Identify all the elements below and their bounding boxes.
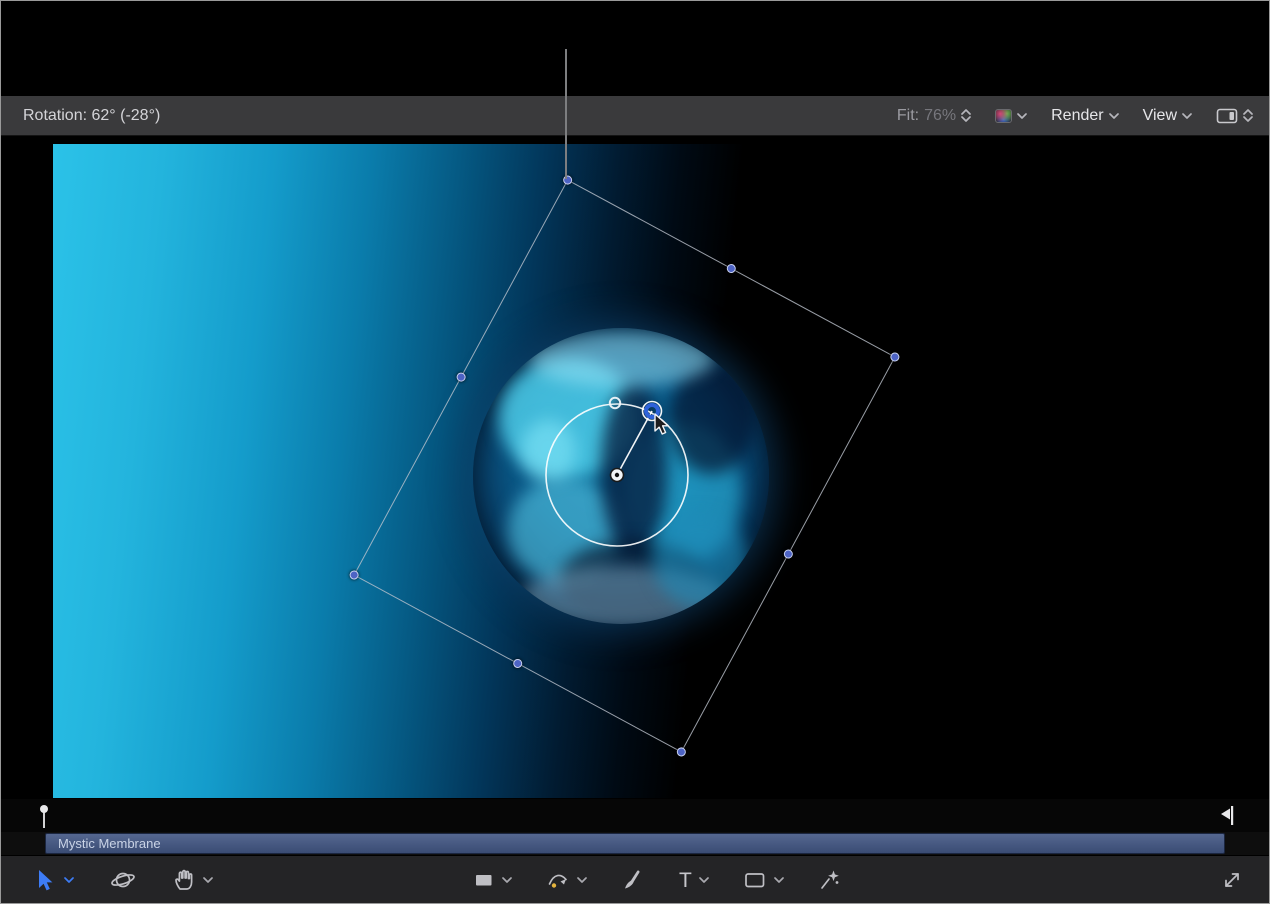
status-bar-controls: Fit: 76% Render View [897,107,1253,125]
selection-handle[interactable] [782,548,794,560]
rotation-readout: Rotation: 62° (-28°) [23,107,160,125]
canvas-area [1,136,1269,799]
selection-handle[interactable] [511,657,523,669]
range-end-marker-icon[interactable] [1221,805,1235,827]
select-transform-tool[interactable] [33,868,74,892]
selection-handle[interactable] [725,262,737,274]
bezier-tool[interactable] [546,868,587,892]
paint-stroke-icon [621,868,645,892]
selection-handle[interactable] [675,746,687,758]
text-tool-icon: T [679,870,692,891]
pan-zoom-tool[interactable] [172,868,213,892]
text-tool[interactable]: T [679,870,709,891]
paint-stroke-tool[interactable] [621,868,645,892]
canvas[interactable] [53,144,1219,798]
window-layout-control[interactable] [1216,108,1253,124]
top-black-band [1,1,1269,96]
chevron-down-icon [1109,113,1119,119]
range-start-pin-icon[interactable] [39,804,51,830]
toolbar: T [1,855,1269,903]
render-menu[interactable]: Render [1051,107,1118,125]
mask-tool[interactable] [743,868,784,892]
fit-value: 76% [924,107,956,125]
particles-tool[interactable] [818,868,842,892]
selection-bounding-box[interactable] [353,179,895,752]
view-menu-label: View [1143,107,1177,125]
timeline-track[interactable]: Mystic Membrane [45,833,1225,854]
chevron-down-icon [1182,113,1192,119]
3d-transform-icon [110,868,136,892]
render-menu-label: Render [1051,107,1103,125]
selection-handle[interactable] [562,174,574,186]
timeline-track-row: Mystic Membrane [1,832,1269,855]
chevron-down-icon[interactable] [203,877,213,883]
rect-shape-tool-icon [473,868,495,892]
canvas-status-bar: Rotation: 62° (-28°) Fit: 76% Render Vie… [1,96,1269,136]
fit-label: Fit: [897,107,919,125]
mini-timeline [1,799,1269,832]
expand-timeline-button[interactable] [1221,869,1243,891]
track-label: Mystic Membrane [58,836,161,851]
window-layout-icon [1216,108,1238,124]
3d-transform-tool[interactable] [110,868,136,892]
selection-handle[interactable] [889,351,901,363]
view-menu[interactable]: View [1143,107,1192,125]
shape-tool[interactable] [473,868,512,892]
chevron-down-icon[interactable] [699,877,709,883]
chevron-down-icon [1017,113,1027,119]
bezier-tool-icon [546,868,570,892]
toolbar-left-group [33,856,213,904]
color-channels-menu[interactable] [995,109,1027,123]
motion-canvas-window: Rotation: 62° (-28°) Fit: 76% Render Vie… [0,0,1270,904]
fit-control[interactable]: Fit: 76% [897,107,971,125]
color-channels-icon [995,109,1012,123]
selection-handle[interactable] [455,371,467,383]
selection-handle[interactable] [348,569,360,581]
chevron-down-icon[interactable] [774,877,784,883]
chevron-down-icon[interactable] [502,877,512,883]
select-arrow-icon [33,868,57,892]
toolbar-right-group [1221,856,1243,904]
expand-icon [1221,869,1243,891]
callout-line [565,49,567,179]
chevron-down-icon[interactable] [577,877,587,883]
fit-stepper-icon[interactable] [961,109,971,122]
pan-hand-icon [172,868,196,892]
layout-stepper-icon [1243,109,1253,122]
mask-rect-icon [743,868,767,892]
chevron-down-icon[interactable] [64,877,74,883]
toolbar-center-group: T [473,856,842,904]
particles-icon [818,868,842,892]
